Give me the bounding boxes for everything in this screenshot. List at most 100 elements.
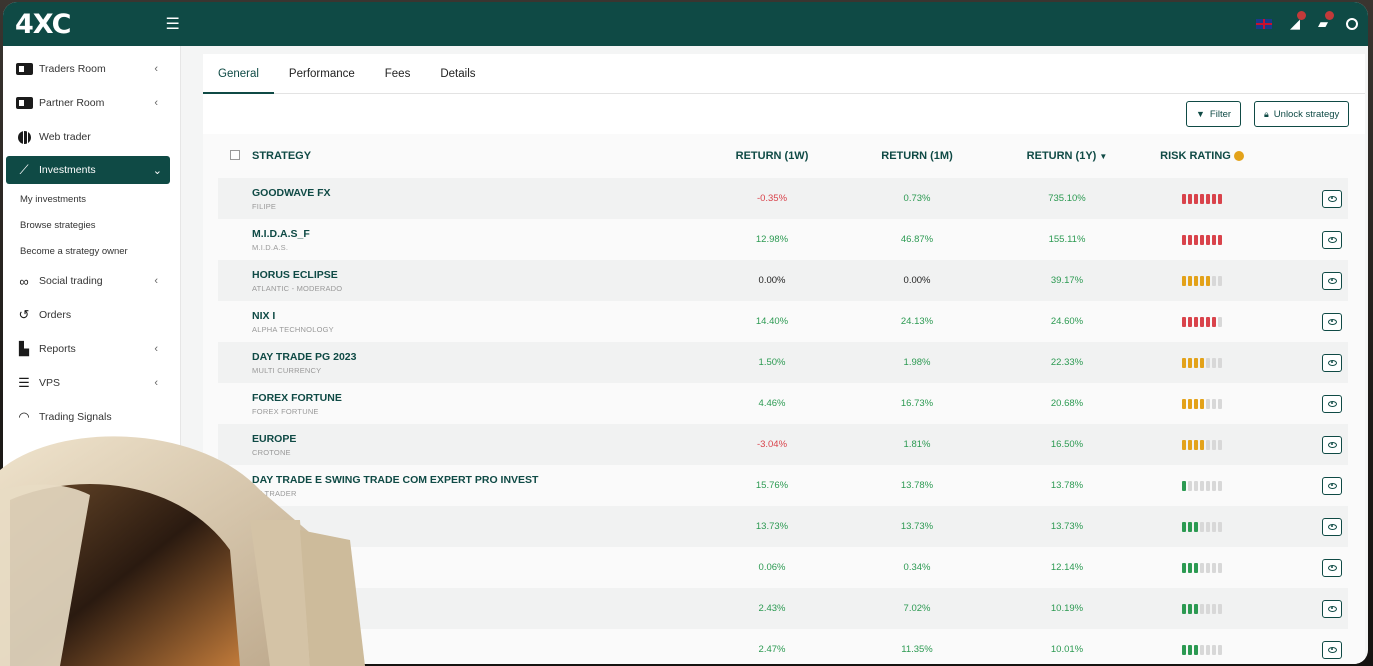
table-row[interactable]: DAY TRADE E SWING TRADE COM EXPERT PRO I… <box>218 465 1348 506</box>
risk-bar <box>1206 193 1210 204</box>
sidebar-item-label: Trading Signals <box>39 411 112 423</box>
return-1m-cell: 0.73% <box>842 178 992 219</box>
table-row[interactable]: THM 0.06% 0.34% 12.14% <box>218 547 1348 588</box>
view-strategy-button[interactable] <box>1322 640 1342 659</box>
table-row[interactable]: ADING 13.73% 13.73% 13.73% <box>218 506 1348 547</box>
flag-uk-icon[interactable] <box>1256 19 1272 29</box>
sidebar-subitem-become-owner[interactable]: Become a strategy owner <box>3 238 180 264</box>
view-strategy-button[interactable] <box>1322 599 1342 618</box>
unlock-strategy-button[interactable]: 🔒︎ Unlock strategy <box>1254 101 1350 127</box>
table-row[interactable]: EUROPE CROTONE -3.04% 1.81% 16.50% <box>218 424 1348 465</box>
view-strategy-button[interactable] <box>1322 271 1342 290</box>
strategy-cell[interactable]: M.I.D.A.S_F M.I.D.A.S. <box>252 219 702 260</box>
return-1w-cell: 13.73% <box>702 506 842 547</box>
risk-bar <box>1212 357 1216 368</box>
return-1w-cell: 12.98% <box>702 219 842 260</box>
sidebar-subitem-my-investments[interactable]: My investments <box>3 186 180 212</box>
header-return-1m[interactable]: RETURN (1M) <box>842 134 992 178</box>
strategy-name[interactable]: FOREX FORTUNE <box>252 392 702 404</box>
tab-general[interactable]: General <box>203 54 274 94</box>
view-strategy-button[interactable] <box>1322 394 1342 413</box>
strategy-cell[interactable]: HORUS ECLIPSE ATLANTIC - MODERADO <box>252 260 702 301</box>
sidebar-item-trading-signals[interactable]: ◠ Trading Signals <box>3 400 180 434</box>
sidebar-item-investments[interactable]: ⟋ Investments ⌄ <box>6 156 170 184</box>
strategy-name[interactable]: GOODWAVE FX <box>252 187 702 199</box>
risk-rating-bars <box>1142 562 1262 573</box>
risk-bar <box>1200 521 1204 532</box>
chat-icon[interactable]: ▰ <box>1318 11 1334 32</box>
tab-details[interactable]: Details <box>425 54 490 94</box>
risk-bar <box>1182 398 1186 409</box>
eye-icon <box>1327 523 1337 530</box>
risk-bar <box>1200 480 1204 491</box>
table-row[interactable]: FOREX FORTUNE FOREX FORTUNE 4.46% 16.73%… <box>218 383 1348 424</box>
risk-rating-cell <box>1142 629 1262 664</box>
user-icon[interactable] <box>1346 18 1358 30</box>
view-strategy-button[interactable] <box>1322 558 1342 577</box>
risk-bar <box>1212 439 1216 450</box>
select-cell <box>218 301 252 342</box>
eye-icon <box>1327 400 1337 407</box>
view-strategy-button[interactable] <box>1322 353 1342 372</box>
risk-bar <box>1212 275 1216 286</box>
info-icon <box>1233 151 1244 162</box>
return-1m-cell: 0.34% <box>842 547 992 588</box>
table-row[interactable]: HORUS ECLIPSE ATLANTIC - MODERADO 0.00% … <box>218 260 1348 301</box>
sidebar-item-social-trading[interactable]: ∞ Social trading ‹ <box>3 264 180 298</box>
header-risk-rating[interactable]: RISK RATING <box>1142 134 1262 178</box>
lock-icon: 🔒︎ <box>1264 108 1269 119</box>
sidebar-item-vps[interactable]: ☰ VPS ‹ <box>3 366 180 400</box>
header-return-1w[interactable]: RETURN (1W) <box>702 134 842 178</box>
sidebar-subitem-browse-strategies[interactable]: Browse strategies <box>3 212 180 238</box>
sidebar-item-web-trader[interactable]: Web trader <box>3 120 180 154</box>
strategy-name[interactable]: HORUS ECLIPSE <box>252 269 702 281</box>
filter-button[interactable]: ▼ Filter <box>1186 101 1242 127</box>
tab-fees[interactable]: Fees <box>370 54 426 94</box>
chevron-left-icon: ‹ <box>154 343 158 355</box>
sidebar-item-partner-room[interactable]: Partner Room ‹ <box>3 86 180 120</box>
view-strategy-button[interactable] <box>1322 517 1342 536</box>
table-row[interactable]: NIX I ALPHA TECHNOLOGY 14.40% 24.13% 24.… <box>218 301 1348 342</box>
header-return-1y[interactable]: RETURN (1Y) ▼ <box>992 134 1142 178</box>
risk-bar <box>1218 357 1222 368</box>
return-1y-cell: 10.19% <box>992 588 1142 629</box>
view-strategy-button[interactable] <box>1322 312 1342 331</box>
view-strategy-button[interactable] <box>1322 476 1342 495</box>
select-cell <box>218 219 252 260</box>
tab-performance[interactable]: Performance <box>274 54 370 94</box>
strategy-cell[interactable]: DAY TRADE PG 2023 MULTI CURRENCY <box>252 342 702 383</box>
strategy-name[interactable]: NIX I <box>252 310 702 322</box>
return-1m-cell: 13.78% <box>842 465 992 506</box>
view-strategy-button[interactable] <box>1322 189 1342 208</box>
eye-icon <box>1327 564 1337 571</box>
strategy-name[interactable]: M.I.D.A.S_F <box>252 228 702 240</box>
strategy-cell[interactable]: GOODWAVE FX FILIPE <box>252 178 702 219</box>
risk-bar <box>1206 480 1210 491</box>
risk-bar <box>1212 480 1216 491</box>
strategy-name[interactable]: DAY TRADE PG 2023 <box>252 351 702 363</box>
table-row[interactable]: GOODWAVE FX FILIPE -0.35% 0.73% 735.10% <box>218 178 1348 219</box>
table-row[interactable]: DAY TRADE PG 2023 MULTI CURRENCY 1.50% 1… <box>218 342 1348 383</box>
notification-icon[interactable]: ◢ <box>1290 11 1306 32</box>
risk-bar <box>1182 439 1186 450</box>
header-strategy[interactable]: STRATEGY <box>252 134 702 178</box>
sidebar-item-reports[interactable]: ▙ Reports ‹ <box>3 332 180 366</box>
select-all-checkbox[interactable] <box>230 149 240 160</box>
table-row[interactable]: M.I.D.A.S_F M.I.D.A.S. 12.98% 46.87% 155… <box>218 219 1348 260</box>
risk-rating-bars <box>1142 275 1262 286</box>
sidebar-item-traders-room[interactable]: Traders Room ‹ <box>3 52 180 86</box>
strategy-cell[interactable]: NIX I ALPHA TECHNOLOGY <box>252 301 702 342</box>
risk-rating-bars <box>1142 193 1262 204</box>
table-row[interactable]: 2.47% 11.35% 10.01% <box>218 629 1348 664</box>
sidebar-item-orders[interactable]: ↺ Orders <box>3 298 180 332</box>
strategy-owner: MULTI CURRENCY <box>252 365 322 375</box>
risk-rating-cell <box>1142 178 1262 219</box>
view-strategy-button[interactable] <box>1322 230 1342 249</box>
risk-bar <box>1206 357 1210 368</box>
menu-icon[interactable]: ☰ <box>165 14 179 34</box>
table-row[interactable]: 2.43% 7.02% 10.19% <box>218 588 1348 629</box>
actions-cell <box>1262 629 1348 664</box>
view-strategy-button[interactable] <box>1322 435 1342 454</box>
app-logo[interactable]: 4XC <box>15 9 71 40</box>
strategy-cell[interactable]: FOREX FORTUNE FOREX FORTUNE <box>252 383 702 424</box>
